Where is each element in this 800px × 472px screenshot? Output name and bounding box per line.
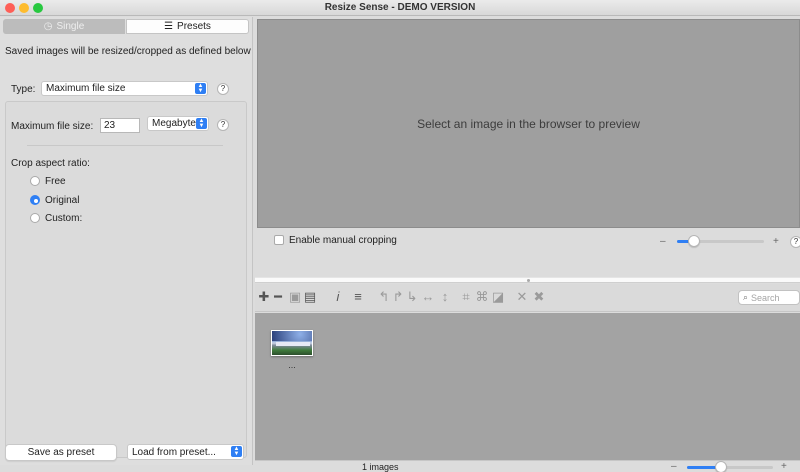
manual-crop-checkbox[interactable] bbox=[274, 235, 284, 245]
crop-icon[interactable]: ⌗ bbox=[459, 289, 473, 305]
menu-icon[interactable]: ≡ bbox=[351, 289, 365, 305]
thumbnail-skyline bbox=[276, 342, 310, 346]
crop-multi-icon[interactable]: ⌘ bbox=[475, 289, 489, 305]
splitter-handle[interactable] bbox=[255, 277, 800, 283]
image-thumbnail[interactable] bbox=[271, 330, 313, 356]
search-field[interactable]: ⌕ Search bbox=[738, 290, 800, 305]
add-icon[interactable]: ✚ bbox=[257, 289, 271, 305]
browser-toolbar: ✚ ━ ▣ ▤ 𝑖 ≡ ↰ ↱ ↳ ↔ ↕ ⌗ ⌘ ◪ ✕ ✖ ⌕ Search bbox=[255, 284, 800, 312]
crop-option-original-label: Original bbox=[45, 195, 80, 206]
browser-zoom-slider[interactable] bbox=[687, 466, 773, 469]
type-popup-value: Maximum file size bbox=[46, 83, 126, 94]
preview-message: Select an image in the browser to previe… bbox=[417, 116, 640, 131]
tab-presets[interactable]: ☰ Presets bbox=[126, 19, 249, 34]
browser-zoom-knob[interactable] bbox=[715, 461, 727, 472]
tab-single[interactable]: ◷ Single bbox=[3, 19, 125, 34]
type-label: Type: bbox=[11, 84, 36, 95]
save-as-preset-button[interactable]: Save as preset bbox=[5, 444, 117, 461]
search-placeholder: Search bbox=[751, 292, 780, 303]
window-title: Resize Sense - DEMO VERSION bbox=[324, 2, 476, 13]
title-bar: Resize Sense - DEMO VERSION bbox=[0, 0, 800, 16]
preview-zoom-knob[interactable] bbox=[688, 235, 700, 247]
preview-zoom-in-icon[interactable]: + bbox=[773, 236, 779, 247]
rotate-left-icon[interactable]: ↰ bbox=[377, 289, 391, 305]
unit-popup[interactable]: Megabyte ▲ ▼ bbox=[147, 116, 209, 131]
info-text: Saved images will be resized/cropped as … bbox=[5, 46, 251, 57]
chevron-up-down-icon: ▲ ▼ bbox=[196, 118, 207, 129]
search-icon: ⌕ bbox=[743, 292, 749, 302]
tab-single-label: Single bbox=[56, 21, 85, 32]
manual-crop-toggle[interactable]: Enable manual cropping bbox=[274, 234, 414, 248]
crop-option-original[interactable]: Original bbox=[30, 194, 110, 208]
radio-custom[interactable] bbox=[30, 213, 40, 223]
crop-option-free-label: Free bbox=[45, 176, 66, 187]
flip-horizontal-icon[interactable]: ↔ bbox=[421, 289, 435, 305]
load-preset-label: Load from preset... bbox=[132, 446, 216, 458]
preview-zoom-out-icon[interactable]: – bbox=[660, 236, 666, 247]
type-help-button[interactable]: ? bbox=[217, 83, 229, 95]
preview-area: Select an image in the browser to previe… bbox=[257, 19, 800, 228]
crop-option-custom[interactable]: Custom: bbox=[30, 212, 110, 226]
preview-help-button[interactable]: ? bbox=[790, 236, 800, 248]
info-icon[interactable]: 𝑖 bbox=[331, 289, 345, 305]
rotate-icon[interactable]: ↳ bbox=[405, 289, 419, 305]
remove-icon[interactable]: ━ bbox=[271, 289, 285, 305]
options-group: Maximum file size: 23 Megabyte ▲ ▼ ? Crop… bbox=[5, 101, 247, 458]
manual-crop-label: Enable manual cropping bbox=[289, 235, 397, 246]
browser-zoom-out-icon[interactable]: – bbox=[671, 461, 677, 472]
browser-zoom-in-icon[interactable]: + bbox=[781, 461, 787, 472]
settings-panel: ◷ Single ☰ Presets Saved images will be … bbox=[0, 17, 253, 465]
cancel-icon[interactable]: ✕ bbox=[515, 289, 529, 305]
crop-option-free[interactable]: Free bbox=[30, 175, 110, 189]
max-size-input[interactable]: 23 bbox=[100, 118, 140, 133]
status-bar: 1 images – + bbox=[255, 460, 800, 472]
list-icon: ☰ bbox=[164, 21, 174, 32]
max-size-label: Maximum file size: bbox=[11, 121, 94, 132]
crop-ratio-label: Crop aspect ratio: bbox=[11, 158, 90, 169]
save-icon[interactable]: ▣ bbox=[288, 289, 302, 305]
flip-vertical-icon[interactable]: ↕ bbox=[438, 289, 452, 305]
size-help-button[interactable]: ? bbox=[217, 119, 229, 131]
splitter-grip-icon bbox=[527, 279, 530, 282]
image-browser: ... bbox=[255, 313, 800, 460]
load-preset-popup[interactable]: Load from preset... ▲ ▼ bbox=[127, 444, 244, 460]
type-popup[interactable]: Maximum file size ▲ ▼ bbox=[41, 81, 208, 96]
save-all-icon[interactable]: ▤ bbox=[303, 289, 317, 305]
image-count: 1 images bbox=[362, 462, 399, 472]
chevron-up-down-icon: ▲ ▼ bbox=[195, 83, 206, 94]
divider bbox=[27, 145, 223, 146]
thumbnail-caption: ... bbox=[288, 360, 296, 370]
thumbnail-sky bbox=[272, 331, 312, 341]
crop-option-custom-label: Custom: bbox=[45, 213, 83, 224]
rotate-right-icon[interactable]: ↱ bbox=[391, 289, 405, 305]
tab-presets-label: Presets bbox=[177, 21, 211, 32]
unit-popup-value: Megabyte bbox=[152, 118, 196, 129]
chevron-up-down-icon: ▲ ▼ bbox=[231, 446, 242, 457]
clock-icon: ◷ bbox=[43, 21, 53, 32]
straighten-icon[interactable]: ◪ bbox=[491, 289, 505, 305]
cancel-all-icon[interactable]: ✖ bbox=[532, 289, 546, 305]
radio-original[interactable] bbox=[30, 195, 40, 205]
radio-free[interactable] bbox=[30, 176, 40, 186]
